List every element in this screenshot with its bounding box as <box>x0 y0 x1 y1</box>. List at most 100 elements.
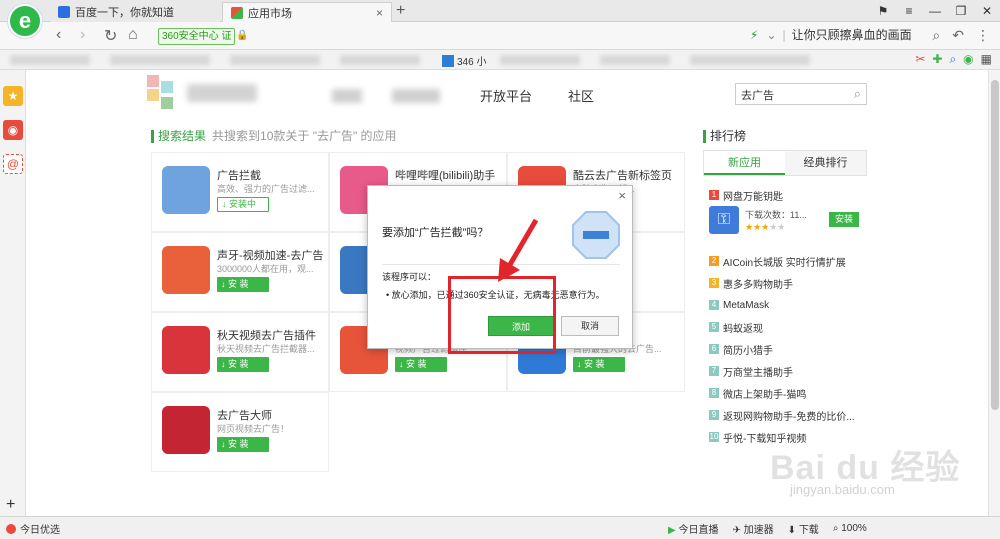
app-name[interactable]: 广告拦截 <box>217 167 261 183</box>
accelerator-button[interactable]: ✈ 加速器 <box>732 521 773 536</box>
close-dialog-icon[interactable]: × <box>618 188 626 203</box>
site-search-input[interactable]: 去广告 ⌕ <box>735 83 867 105</box>
rocket-icon: ✈ <box>732 525 744 536</box>
daily-picks[interactable]: 今日优选 <box>6 521 60 536</box>
bolt-icon[interactable]: ⚡ <box>750 28 758 42</box>
scrollbar-thumb[interactable] <box>991 80 999 410</box>
rank-app-name[interactable]: 万商堂主播助手 <box>723 364 793 379</box>
browser-logo-icon[interactable]: e <box>8 4 42 38</box>
install-button[interactable]: ↓ 安 装 <box>217 357 269 372</box>
shirt-icon[interactable]: ⚑ <box>870 0 896 22</box>
favorites-star-icon[interactable]: ★ <box>3 86 23 106</box>
weibo-icon[interactable]: ◉ <box>3 120 23 140</box>
rank-app-name[interactable]: 网盘万能钥匙 <box>723 188 783 203</box>
install-button[interactable]: ↓ 安 装 <box>217 277 269 292</box>
app-name[interactable]: 哔哩哔哩(bilibili)助手 <box>395 167 495 183</box>
tab-app-market[interactable]: 应用市场 × <box>222 2 392 22</box>
ranking-item[interactable]: 7 万商堂主播助手 <box>709 360 869 382</box>
rank-app-name[interactable]: 微店上架助手-猫鸣 <box>723 386 806 401</box>
cancel-button[interactable]: 取消 <box>561 316 619 336</box>
ranking-item[interactable]: 5 蚂蚁返现 <box>709 316 869 338</box>
app-name[interactable]: 秋天视频去广告插件 <box>217 327 316 343</box>
install-button[interactable]: ↓ 安装中 <box>217 197 269 212</box>
back-icon[interactable]: ‹ <box>56 26 61 44</box>
home-icon[interactable]: ⌂ <box>128 26 138 44</box>
install-button[interactable]: ↓ 安 装 <box>217 437 269 452</box>
scissors-icon[interactable]: ✂ <box>915 52 925 67</box>
menu-icon[interactable]: ≡ <box>896 0 922 22</box>
app-name[interactable]: 酷云去广告新标签页 <box>573 167 672 183</box>
minimize-icon[interactable]: — <box>922 0 948 22</box>
tab-baidu[interactable]: 百度一下，你就知道 <box>50 2 220 22</box>
close-tab-icon[interactable]: × <box>376 6 383 20</box>
app-icon[interactable] <box>162 326 210 374</box>
install-button[interactable]: 安装 <box>829 212 859 227</box>
play-icon: ▶ <box>668 525 679 536</box>
app-name[interactable]: 声牙-视频加速-去广告 <box>217 247 323 263</box>
restore-icon[interactable]: ❐ <box>948 0 974 22</box>
ranking-item[interactable]: 9 返现网购物助手-免费的比价... <box>709 404 869 426</box>
forward-icon[interactable]: › <box>80 26 85 44</box>
nav-open-platform[interactable]: 开放平台 <box>480 86 532 105</box>
tab-new-apps[interactable]: 新应用 <box>704 151 785 175</box>
rank-app-name[interactable]: AICoin长城版 实时行情扩展 <box>723 254 846 269</box>
install-button[interactable]: ↓ 安 装 <box>395 357 447 372</box>
app-icon[interactable] <box>162 166 210 214</box>
bookmark-346[interactable]: 346 小 <box>442 53 486 68</box>
ranking-item[interactable]: 3 惠多多购物助手 <box>709 272 869 294</box>
new-tab-button[interactable]: + <box>396 2 405 20</box>
app-market-icon <box>231 6 243 19</box>
app-card[interactable]: 广告拦截 高效、强力的广告过滤... ↓ 安装中 <box>151 152 329 232</box>
ranking-item[interactable]: 6 简历小猎手 <box>709 338 869 360</box>
download-arrow-icon: ↓ <box>221 439 229 449</box>
magnifier-icon[interactable]: ⌕ <box>949 52 956 67</box>
app-card[interactable]: 声牙-视频加速-去广告 3000000人都在用，观... ↓ 安 装 <box>151 232 329 312</box>
game-icon[interactable]: ◉ <box>963 52 973 67</box>
search-icon[interactable]: ⌕ <box>932 27 940 44</box>
status-right: ▶ 今日直播 ✈ 加速器 ⬇ 下载 ⌕ 100% <box>668 521 867 536</box>
close-window-icon[interactable]: ✕ <box>974 0 1000 22</box>
app-card[interactable]: 去广告大师 网页视频去广告！ ↓ 安 装 <box>151 392 329 472</box>
permission-label: 该程序可以： <box>382 272 437 282</box>
search-icon[interactable]: ⌕ <box>854 86 861 102</box>
site-logo[interactable] <box>147 75 175 111</box>
key-icon[interactable]: ⚿ <box>709 206 739 234</box>
live-button[interactable]: ▶ 今日直播 <box>668 521 718 536</box>
plus-icon[interactable]: ✚ <box>932 52 942 67</box>
mail-icon[interactable]: @ <box>3 154 23 174</box>
install-button[interactable]: ↓ 安 装 <box>573 357 625 372</box>
rank-app-name[interactable]: 蚂蚁返现 <box>723 320 763 335</box>
page-scrollbar[interactable] <box>988 70 1000 516</box>
site-nav: 开放平台 社区 <box>332 86 594 105</box>
app-card[interactable]: 秋天视频去广告插件 秋天视频去广告拦截器... ↓ 安 装 <box>151 312 329 392</box>
undo-icon[interactable]: ↶ <box>952 27 964 44</box>
bookmarks-bar: 346 小 ✂ ✚ ⌕ ◉ ▦ <box>0 50 1000 70</box>
nav-community[interactable]: 社区 <box>568 86 594 105</box>
download-arrow-icon: ↓ <box>222 199 230 209</box>
ranking-item[interactable]: 2 AICoin长城版 实时行情扩展 <box>709 250 869 272</box>
grid-icon[interactable]: ▦ <box>981 52 992 67</box>
app-name[interactable]: 去广告大师 <box>217 407 272 423</box>
ranking-item[interactable]: 8 微店上架助手-猫鸣 <box>709 382 869 404</box>
news-ticker[interactable]: 让你只顾擦鼻血的画面 <box>792 26 912 43</box>
rank-app-name[interactable]: MetaMask <box>723 300 769 311</box>
ranking-item[interactable]: 4 MetaMask <box>709 294 869 316</box>
add-sidebar-button[interactable]: + <box>6 496 15 514</box>
chevron-down-icon[interactable]: ⌄ <box>766 28 776 42</box>
rank-app-name[interactable]: 简历小猎手 <box>723 342 773 357</box>
zoom-level[interactable]: ⌕ 100% <box>833 523 867 534</box>
more-icon[interactable]: ⋮ <box>976 27 990 44</box>
rank-number: 6 <box>709 344 719 354</box>
app-icon[interactable] <box>162 406 210 454</box>
refresh-icon[interactable]: ↻ <box>104 26 117 46</box>
cert-badge[interactable]: 360安全中心 证 <box>158 28 236 45</box>
lock-icon: 🔒 <box>236 30 249 41</box>
address-bar: ‹ › ↻ ⌂ 360安全中心 证 🔒 ⚡ ⌄ | 让你只顾擦鼻血的画面 ⌕ ↶… <box>0 22 1000 50</box>
rank-app-name[interactable]: 返现网购物助手-免费的比价... <box>723 408 855 423</box>
ranking-item[interactable]: 1 网盘万能钥匙 <box>709 184 869 206</box>
rank-app-name[interactable]: 惠多多购物助手 <box>723 276 793 291</box>
download-button[interactable]: ⬇ 下载 <box>788 521 819 536</box>
tab-classic-ranking[interactable]: 经典排行 <box>785 151 866 175</box>
app-icon[interactable] <box>162 246 210 294</box>
rank-number: 8 <box>709 388 719 398</box>
